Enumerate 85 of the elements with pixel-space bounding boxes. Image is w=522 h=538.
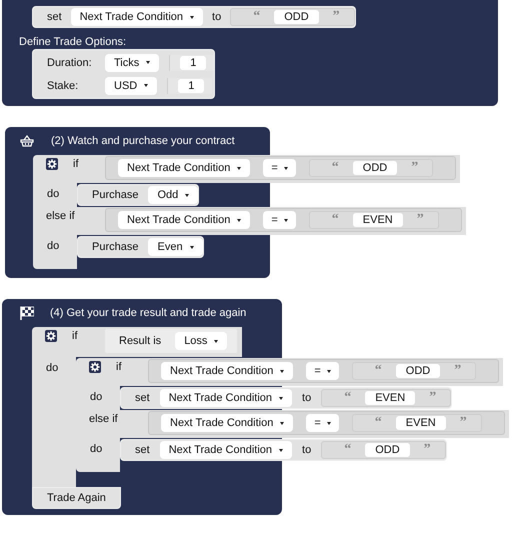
caret-icon	[280, 422, 284, 424]
quote-mark: ”	[424, 443, 431, 457]
keyword-label: to	[302, 444, 312, 456]
keyword-label: set	[135, 444, 150, 456]
caret-icon	[146, 61, 150, 64]
number-field[interactable]: 1	[178, 78, 204, 92]
dropdown[interactable]: Next Trade Condition	[118, 159, 250, 177]
quote-mark: ”	[429, 391, 436, 405]
caret-icon	[326, 370, 331, 372]
keyword-label: do	[46, 362, 58, 374]
caret-icon	[185, 194, 190, 196]
quote-mark: “	[374, 364, 382, 378]
caret-icon	[326, 422, 331, 424]
dropdown[interactable]: Loss	[175, 332, 228, 350]
group-title: (4) Get your trade result and trade again	[50, 307, 246, 319]
caret-icon	[280, 370, 284, 372]
text-field[interactable]: EVEN	[352, 213, 403, 227]
checkered-flag-icon	[19, 306, 34, 320]
dropdown[interactable]: Next Trade Condition	[118, 211, 250, 229]
dropdown[interactable]: =	[263, 211, 296, 229]
keyword-label: if	[73, 158, 78, 170]
quote-mark: “	[374, 416, 382, 430]
text-field[interactable]: ODD	[352, 161, 398, 175]
caret-icon	[279, 396, 284, 400]
keyword-label: set	[47, 11, 62, 23]
keyword-label: do	[47, 188, 60, 200]
quote-mark: ”	[416, 213, 424, 227]
text-field[interactable]: ODD	[365, 443, 410, 457]
dropdown[interactable]: Next Trade Condition	[70, 8, 204, 26]
keyword-label: Purchase	[92, 189, 138, 201]
dropdown[interactable]: USD	[105, 76, 158, 94]
quote-mark: “	[344, 391, 352, 405]
quote-mark: “	[332, 213, 339, 227]
keyword-label: to	[302, 392, 312, 404]
caret-icon	[284, 166, 288, 170]
dropdown[interactable]: Next Trade Condition	[160, 441, 292, 459]
quote-mark: “	[344, 443, 352, 457]
section-label: Define Trade Options:	[19, 36, 126, 48]
number-field[interactable]: 1	[180, 56, 206, 70]
settings-icon[interactable]	[89, 361, 101, 373]
settings-icon[interactable]	[46, 158, 58, 170]
quote-mark: ”	[460, 416, 467, 430]
keyword-label: else if	[46, 210, 75, 222]
quote-mark: ”	[454, 364, 462, 378]
caret-icon	[237, 166, 242, 170]
quote-mark: ”	[411, 161, 418, 175]
quote-mark: “	[253, 10, 260, 24]
keyword-label: else if	[89, 413, 118, 425]
text-field[interactable]: EVEN	[396, 416, 446, 430]
dropdown[interactable]: Next Trade Condition	[160, 389, 292, 407]
keyword-label: set	[135, 392, 150, 404]
keyword-label: do	[47, 240, 60, 252]
text-field[interactable]: ODD	[396, 364, 440, 378]
settings-icon[interactable]	[45, 330, 57, 342]
dropdown[interactable]: =	[306, 362, 339, 380]
text-field[interactable]: ODD	[274, 10, 319, 24]
option-label: Stake:	[47, 80, 80, 92]
caret-icon	[190, 246, 194, 248]
dropdown[interactable]: =	[263, 159, 296, 177]
quote-mark: “	[332, 161, 339, 175]
dropdown[interactable]: =	[306, 414, 339, 432]
quote-mark: ”	[332, 10, 340, 24]
caret-icon	[237, 218, 242, 222]
caret-icon	[214, 340, 218, 342]
caret-icon	[284, 218, 288, 222]
option-label: Duration:	[47, 56, 93, 68]
caret-icon	[279, 448, 284, 452]
caret-icon	[190, 16, 194, 18]
keyword-label: do	[90, 443, 102, 455]
keyword-label: if	[116, 361, 122, 373]
basket-icon	[20, 135, 34, 147]
text-field[interactable]: EVEN	[365, 391, 416, 405]
dropdown[interactable]: Even	[148, 238, 203, 256]
dropdown[interactable]: Next Trade Condition	[161, 414, 294, 432]
block-label: Result is	[119, 335, 162, 347]
dropdown[interactable]: Next Trade Condition	[161, 362, 294, 380]
keyword-label: do	[90, 391, 102, 403]
trade-again-block: Trade Again	[32, 487, 121, 509]
keyword-label: to	[212, 11, 222, 23]
keyword-label: Purchase	[92, 241, 138, 253]
caret-icon	[144, 84, 148, 87]
dropdown[interactable]: Ticks	[105, 54, 160, 72]
keyword-label: if	[72, 330, 78, 342]
group-title: (2) Watch and purchase your contract	[51, 135, 235, 147]
dropdown[interactable]: Odd	[148, 186, 198, 204]
